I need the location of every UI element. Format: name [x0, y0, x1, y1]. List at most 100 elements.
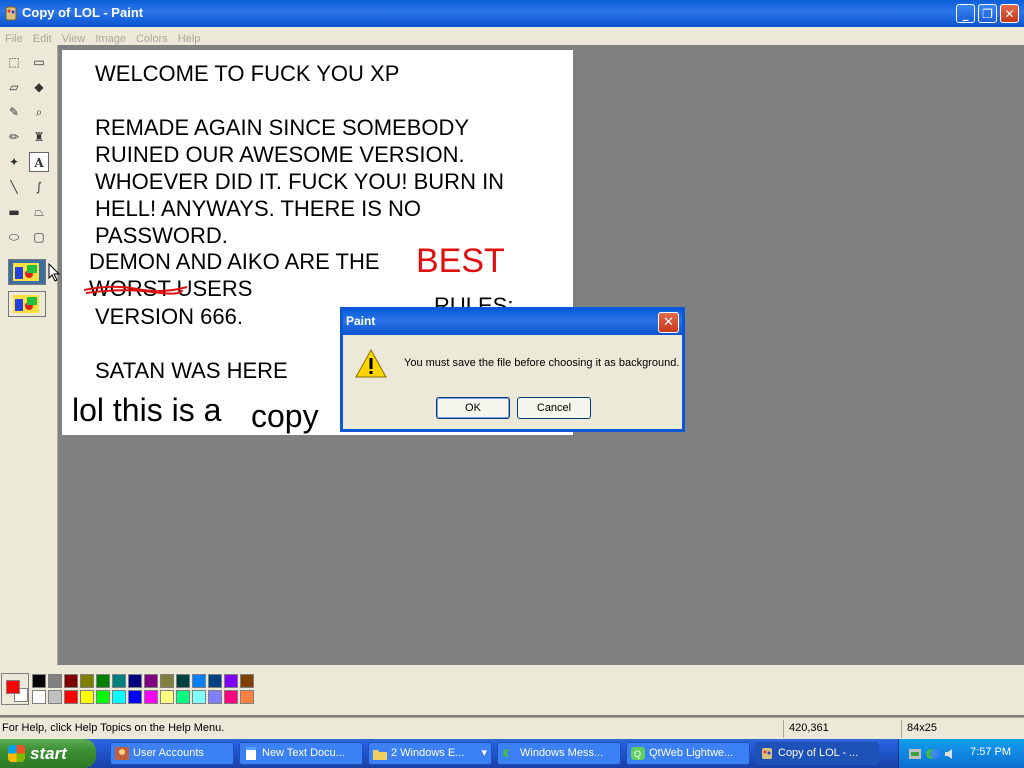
dialog-close-button[interactable]: ✕ — [658, 312, 679, 333]
task-qtweb[interactable]: Q QtWeb Lightwe... — [626, 742, 750, 765]
palette-swatch[interactable] — [208, 690, 222, 704]
task-user-accounts[interactable]: User Accounts — [110, 742, 234, 765]
task-windows-explorer-group[interactable]: 2 Windows E... ▾ — [368, 742, 492, 765]
palette-swatch[interactable] — [64, 690, 78, 704]
opaque-background-option[interactable] — [8, 259, 46, 285]
dialog-title: Paint — [346, 314, 376, 328]
palette-swatch[interactable] — [240, 674, 254, 688]
pick-color-tool[interactable]: ✎ — [4, 102, 24, 122]
paint-app-icon — [5, 6, 17, 21]
curve-tool[interactable]: ∫ — [29, 177, 49, 197]
palette-swatch[interactable] — [80, 690, 94, 704]
palette-swatch[interactable] — [240, 690, 254, 704]
task-windows-messenger[interactable]: Windows Mess... — [497, 742, 621, 765]
paint-icon — [762, 748, 772, 759]
canvas-text-line: PASSWORD. — [95, 223, 228, 248]
palette-swatch[interactable] — [112, 690, 126, 704]
taskbar: start User Accounts New Text Docu... 2 W… — [0, 739, 1024, 768]
canvas-text-line: SATAN WAS HERE — [95, 358, 288, 383]
fill-tool[interactable]: ◆ — [29, 77, 49, 97]
group-arrow-icon: ▾ — [481, 747, 487, 759]
polygon-tool[interactable]: ⏢ — [29, 202, 49, 222]
primary-color[interactable] — [6, 680, 20, 694]
canvas-text-line: WELCOME TO FUCK YOU XP — [95, 61, 400, 86]
canvas-text-line: WHOEVER DID IT. FUCK YOU! BURN IN — [95, 169, 505, 194]
windows-logo-icon — [8, 745, 25, 762]
palette-swatch[interactable] — [208, 674, 222, 688]
task-new-text-document[interactable]: New Text Docu... — [239, 742, 363, 765]
brush-tool[interactable]: ♜ — [29, 127, 49, 147]
task-label: New Text Docu... — [262, 747, 345, 759]
airbrush-tool[interactable]: ✦ — [4, 152, 24, 172]
close-button[interactable]: ✕ — [1000, 4, 1019, 23]
magnifier-tool[interactable]: ⌕ — [29, 102, 49, 122]
eraser-tool[interactable]: ▱ — [4, 77, 24, 97]
palette-swatch[interactable] — [224, 690, 238, 704]
rounded-rectangle-tool[interactable]: ▢ — [29, 227, 49, 247]
task-label: QtWeb Lightwe... — [649, 747, 734, 759]
palette-swatch[interactable] — [144, 690, 158, 704]
canvas-text-line: DEMON AND AIKO ARE THE — [89, 249, 380, 274]
red-scribble — [83, 285, 188, 295]
palette-swatch[interactable] — [160, 690, 174, 704]
canvas-text-line: VERSION 666. — [95, 304, 243, 329]
palette-swatch[interactable] — [48, 674, 62, 688]
maximize-button[interactable]: ❐ — [978, 4, 997, 23]
cancel-button[interactable]: Cancel — [517, 397, 591, 419]
palette-swatch[interactable] — [32, 690, 46, 704]
dialog-message: You must save the file before choosing i… — [404, 357, 680, 369]
menu-bar: File Edit View Image Colors Help — [0, 27, 1024, 45]
palette-swatch[interactable] — [224, 674, 238, 688]
current-colors — [1, 673, 29, 705]
canvas-text-line: RUINED OUR AWESOME VERSION. — [95, 142, 465, 167]
palette-swatch[interactable] — [112, 674, 126, 688]
palette-swatch[interactable] — [64, 674, 78, 688]
palette-swatch[interactable] — [144, 674, 158, 688]
palette-swatch[interactable] — [176, 674, 190, 688]
palette-swatch[interactable] — [96, 690, 110, 704]
palette-swatch[interactable] — [192, 674, 206, 688]
palette-swatch[interactable] — [128, 674, 142, 688]
text-tool[interactable]: A — [29, 152, 49, 172]
task-label: Windows Mess... — [520, 747, 604, 759]
status-bar: For Help, click Help Topics on the Help … — [0, 717, 1024, 740]
opaque-background-icon — [13, 263, 39, 281]
tray-clock[interactable]: 7:57 PM — [970, 746, 1011, 758]
ok-button[interactable]: OK — [436, 397, 510, 419]
folder-icon — [373, 750, 387, 760]
task-label: User Accounts — [133, 747, 204, 759]
palette-swatch[interactable] — [192, 690, 206, 704]
menu-help[interactable]: Help — [173, 31, 206, 47]
dialog-title-bar[interactable]: Paint ✕ — [343, 310, 682, 335]
canvas-text-line: REMADE AGAIN SINCE SOMEBODY — [95, 115, 470, 140]
status-coordinates: 420,361 — [789, 722, 829, 734]
palette-swatch[interactable] — [96, 674, 110, 688]
start-button[interactable]: start — [0, 739, 96, 768]
tray-messenger-icon[interactable] — [925, 746, 941, 762]
svg-text:Q: Q — [634, 749, 641, 759]
rectangle-tool[interactable]: ▬ — [4, 202, 24, 222]
palette-swatch[interactable] — [160, 674, 174, 688]
task-copy-of-lol-paint[interactable]: Copy of LOL - ... — [755, 742, 879, 765]
select-tool[interactable]: ▭ — [29, 52, 49, 72]
menu-view[interactable]: View — [57, 31, 91, 47]
palette-swatch[interactable] — [48, 690, 62, 704]
user-accounts-icon — [115, 747, 129, 760]
ellipse-tool[interactable]: ⬭ — [4, 227, 24, 247]
menu-colors[interactable]: Colors — [131, 31, 173, 47]
transparent-background-option[interactable] — [8, 291, 46, 317]
title-bar[interactable]: Copy of LOL - Paint _ ❐ ✕ — [0, 0, 1024, 27]
tray-volume-icon[interactable] — [943, 746, 959, 762]
palette-swatch[interactable] — [128, 690, 142, 704]
palette-swatch[interactable] — [32, 674, 46, 688]
line-tool[interactable]: ╲ — [4, 177, 24, 197]
paint-dialog: Paint ✕ You must save the file before ch… — [340, 307, 685, 432]
menu-image[interactable]: Image — [90, 31, 131, 47]
free-form-select-tool[interactable]: ⬚ — [4, 52, 24, 72]
status-help-text: For Help, click Help Topics on the Help … — [2, 722, 225, 734]
palette-swatch[interactable] — [80, 674, 94, 688]
minimize-button[interactable]: _ — [956, 4, 975, 23]
palette-swatch[interactable] — [176, 690, 190, 704]
pencil-tool[interactable]: ✏ — [4, 127, 24, 147]
tray-safely-remove-icon[interactable] — [907, 746, 923, 762]
